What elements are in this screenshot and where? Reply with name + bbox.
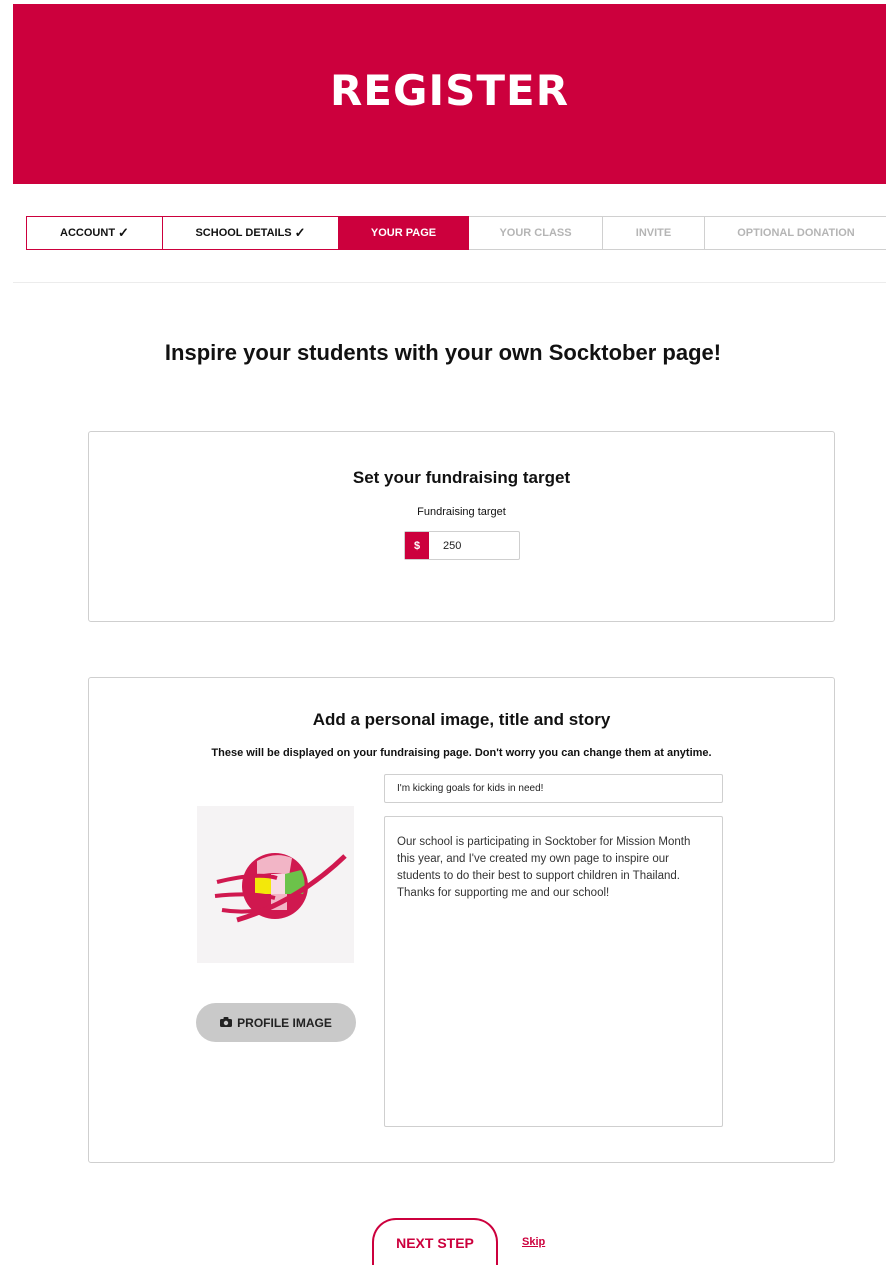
step-label: YOUR PAGE xyxy=(370,227,437,239)
profile-image-preview xyxy=(197,806,354,963)
step-your-page[interactable]: YOUR PAGE xyxy=(339,216,469,250)
step-account[interactable]: ACCOUNT ✓ xyxy=(26,216,163,250)
globe-logo-icon xyxy=(214,853,347,923)
step-optional-donation[interactable]: OPTIONAL DONATION xyxy=(705,216,886,250)
target-field: $ xyxy=(404,531,520,560)
step-invite[interactable]: INVITE xyxy=(603,216,705,250)
step-school-details[interactable]: SCHOOL DETAILS ✓ xyxy=(163,216,339,250)
register-banner: REGISTER xyxy=(13,4,886,184)
currency-badge: $ xyxy=(405,532,429,559)
step-label: OPTIONAL DONATION xyxy=(737,227,855,239)
step-label: YOUR CLASS xyxy=(499,227,572,239)
fundraising-target-card: Set your fundraising target Fundraising … xyxy=(88,431,835,622)
skip-link[interactable]: Skip xyxy=(522,1236,545,1248)
step-label: INVITE xyxy=(635,227,672,239)
card-title: Set your fundraising target xyxy=(352,468,571,487)
step-your-class[interactable]: YOUR CLASS xyxy=(469,216,603,250)
check-icon: ✓ xyxy=(118,225,129,240)
section-heading: Inspire your students with your own Sock… xyxy=(164,340,722,365)
card-title: Add a personal image, title and story xyxy=(312,710,611,729)
step-label: ACCOUNT xyxy=(60,227,116,239)
personal-story-card: Add a personal image, title and story Th… xyxy=(88,677,835,1163)
target-label: Fundraising target xyxy=(417,506,506,518)
next-step-button[interactable]: NEXT STEP xyxy=(372,1218,498,1265)
check-icon: ✓ xyxy=(294,225,306,240)
page-title-input[interactable] xyxy=(384,774,723,803)
target-input[interactable] xyxy=(429,532,519,559)
registration-steps: ACCOUNT ✓ SCHOOL DETAILS ✓ YOUR PAGE YOUR … xyxy=(26,216,886,250)
step-label: SCHOOL DETAILS xyxy=(195,227,292,239)
profile-button-label: PROFILE IMAGE xyxy=(237,1015,332,1030)
camera-icon xyxy=(220,1016,233,1030)
divider xyxy=(13,282,886,283)
profile-image-button[interactable]: PROFILE IMAGE xyxy=(196,1003,356,1042)
card-subtitle: These will be displayed on your fundrais… xyxy=(211,747,712,759)
story-textarea[interactable]: Our school is participating in Socktober… xyxy=(384,816,723,1127)
page-title: REGISTER xyxy=(329,66,570,115)
